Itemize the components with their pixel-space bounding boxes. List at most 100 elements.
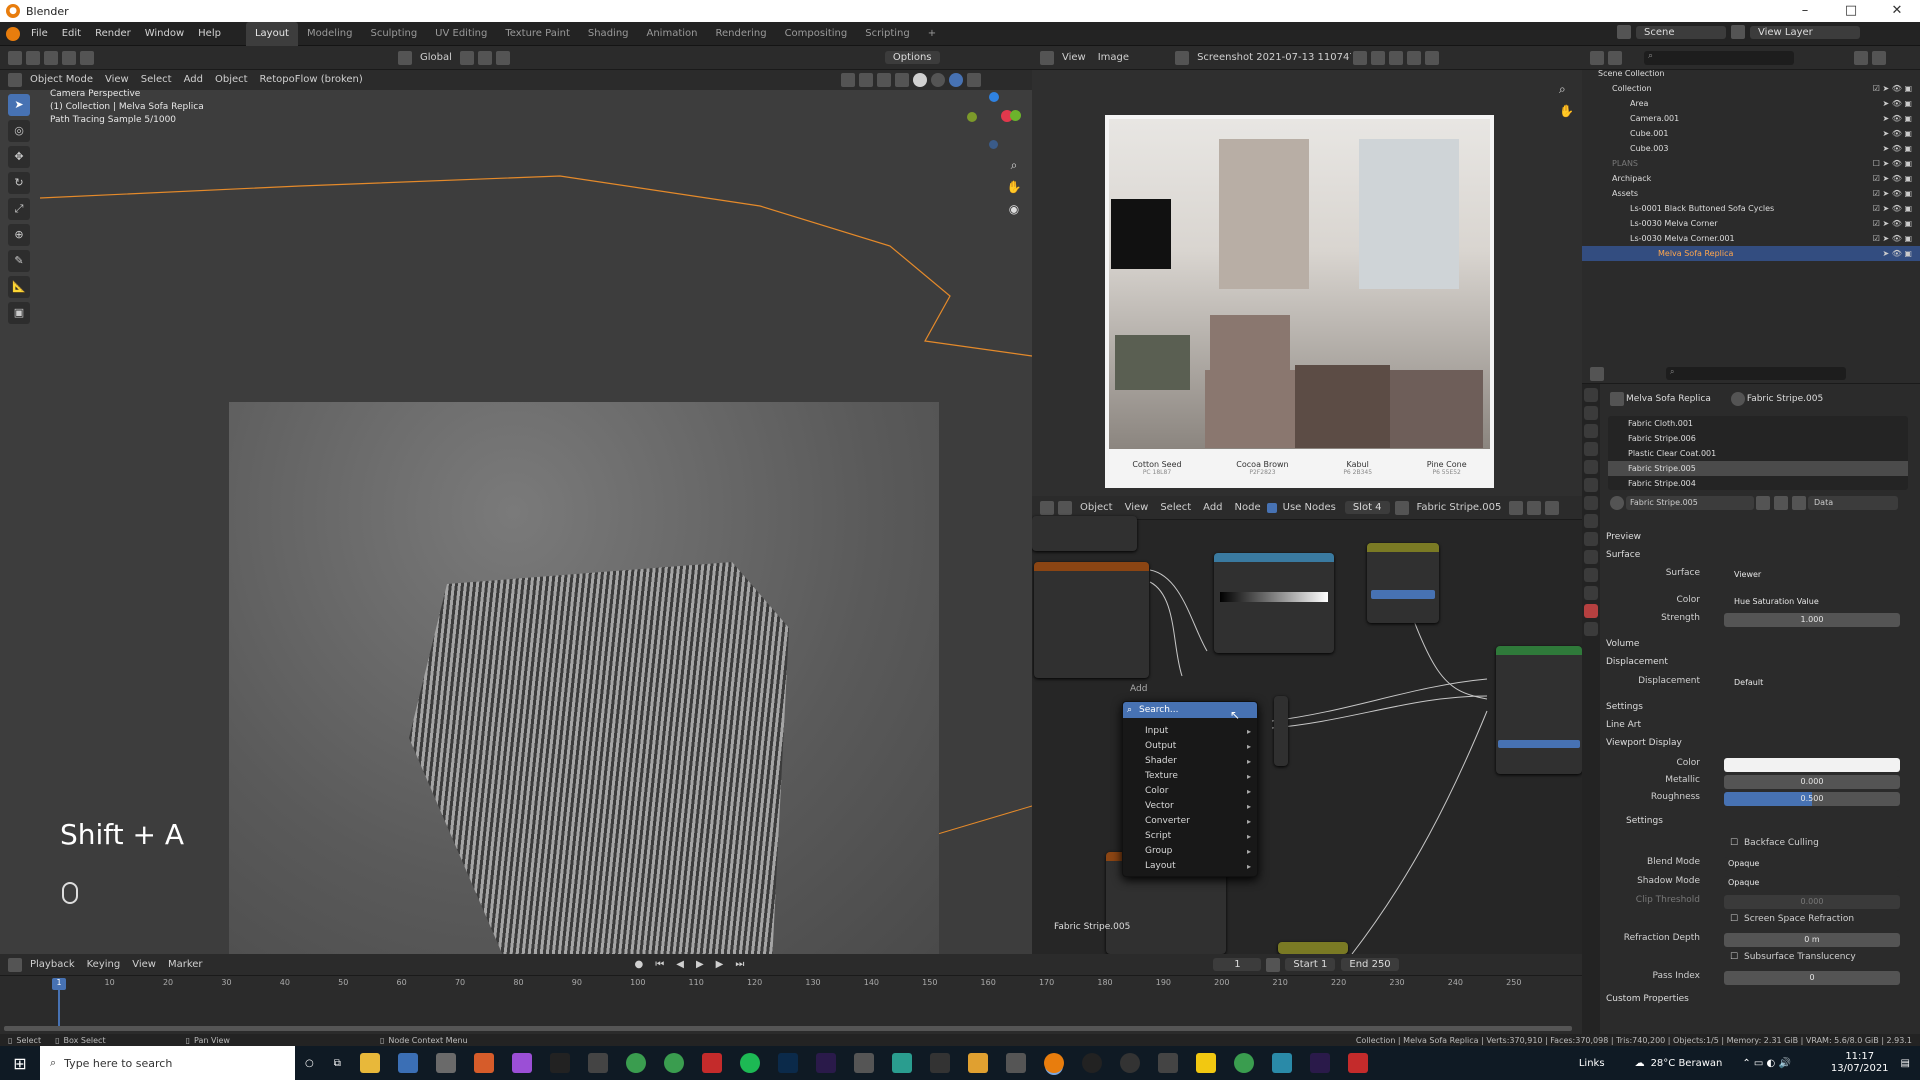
app-icon[interactable] [549,1053,570,1073]
tab-shading[interactable]: Shading [579,22,638,46]
app-icon[interactable] [701,1053,722,1073]
outliner-row[interactable]: Camera.001 ➤ 👁 ▣ [1582,111,1920,126]
app-icon[interactable] [587,1053,608,1073]
links-toolbar[interactable]: Links [1579,1058,1605,1069]
filter-icon[interactable] [1854,50,1868,65]
outliner-row[interactable]: Cube.001 ➤ 👁 ▣ [1582,126,1920,141]
tab-texture-paint[interactable]: Texture Paint [496,22,579,46]
row-visibility-icons[interactable]: ☑ ➤ 👁 ▣ [1873,171,1912,186]
app-icon[interactable] [891,1053,912,1073]
blender-taskbar-icon[interactable] [1043,1053,1064,1073]
scene-selector[interactable]: Scene [1636,25,1726,39]
material-tab-icon[interactable] [1584,604,1598,618]
material-slot-active[interactable]: Fabric Stripe.005 [1608,461,1908,476]
node-colorramp[interactable] [1214,553,1334,653]
section-settings[interactable]: Settings [1606,702,1643,712]
section-custom-properties[interactable]: Custom Properties [1606,994,1689,1004]
menu-help[interactable]: Help [191,22,228,46]
pan-hand-icon[interactable]: ✋ [1003,176,1025,198]
outliner-type-icon[interactable] [1590,50,1604,65]
particles-tab-icon[interactable] [1584,532,1598,546]
app-icon[interactable] [473,1053,494,1073]
row-visibility-icons[interactable]: ☑ ➤ 👁 ▣ [1873,186,1912,201]
outliner-row[interactable]: Collection ☑ ➤ 👁 ▣ [1582,81,1920,96]
properties-search-input[interactable]: ⌕ [1666,367,1846,380]
blender-menu-icon[interactable] [6,26,20,41]
app-icon[interactable] [1157,1053,1178,1073]
outliner-row[interactable]: Ls-0030 Melva Corner ☑ ➤ 👁 ▣ [1582,216,1920,231]
constraints-tab-icon[interactable] [1584,568,1598,582]
new-image-icon[interactable] [1371,50,1386,65]
app-icon[interactable] [1271,1053,1292,1073]
row-visibility-icons[interactable]: ☐ ➤ 👁 ▣ [1873,156,1912,171]
material-browse-icon[interactable] [1610,496,1624,510]
tab-compositing[interactable]: Compositing [776,22,857,46]
menu-group[interactable]: Group [1123,844,1257,859]
section-settings-sub[interactable]: Settings [1626,816,1663,826]
new-collection-icon[interactable] [1872,50,1886,65]
menu-edit[interactable]: Edit [55,22,88,46]
chrome-icon[interactable] [625,1053,646,1073]
modifier-tab-icon[interactable] [1584,514,1598,528]
section-viewport-display[interactable]: Viewport Display [1606,738,1682,748]
outlook-icon[interactable] [397,1053,418,1073]
task-view-icon[interactable]: ⧉ [334,1058,341,1069]
outliner[interactable]: ⌕ Scene Collection Collection ☑ ➤ 👁 ▣ Are… [1582,46,1920,364]
material-name-field[interactable]: Fabric Stripe.005 [1626,496,1754,510]
chrome-icon[interactable] [1233,1053,1254,1073]
group-field[interactable] [1498,740,1580,748]
outliner-row-selected[interactable]: Melva Sofa Replica ➤ 👁 ▣ [1582,246,1920,261]
taskbar-search[interactable]: ⌕ Type here to search [40,1046,295,1080]
close-button[interactable]: ✕ [1874,0,1920,22]
shader-node-editor[interactable]: Object View Select Add Node Use Nodes Sl… [1032,496,1582,954]
clip-threshold-field[interactable]: 0.000 [1724,895,1900,909]
windows-start-icon[interactable]: ⊞ [0,1054,40,1073]
menu-layout[interactable]: Layout [1123,859,1257,874]
prev-keyframe-icon[interactable]: ◀ [670,953,690,977]
outliner-row[interactable]: Archipack ☑ ➤ 👁 ▣ [1582,171,1920,186]
menu-input[interactable]: Input [1123,724,1257,739]
outliner-row[interactable]: Area ➤ 👁 ▣ [1582,96,1920,111]
outliner-row[interactable]: Assets ☑ ➤ 👁 ▣ [1582,186,1920,201]
timeline-scrollbar[interactable] [4,1026,1572,1031]
acrobat-icon[interactable] [1347,1053,1368,1073]
section-line-art[interactable]: Line Art [1606,720,1641,730]
jump-end-icon[interactable]: ⏭ [729,953,750,977]
material-remove-icon[interactable] [1792,496,1806,510]
app-icon[interactable] [853,1053,874,1073]
node-mix-multiply[interactable] [1367,543,1439,623]
menu-window[interactable]: Window [138,22,191,46]
output-tab-icon[interactable] [1584,424,1598,438]
z-axis-neg-icon[interactable] [989,140,998,149]
timeline-type-icon[interactable] [8,957,22,972]
pin-icon[interactable] [1425,50,1440,65]
premiere-icon[interactable] [1309,1053,1330,1073]
section-preview[interactable]: Preview [1606,532,1641,542]
shadow-mode-dropdown[interactable]: Opaque [1724,876,1900,890]
app-icon[interactable] [929,1053,950,1073]
section-surface[interactable]: Surface [1606,550,1640,560]
render-tab-icon[interactable] [1584,406,1598,420]
view-layer-tab-icon[interactable] [1584,442,1598,456]
backface-checkbox[interactable]: ☐ [1730,838,1738,848]
vd-color-swatch[interactable] [1724,758,1900,772]
menu-texture[interactable]: Texture [1123,769,1257,784]
tab-layout[interactable]: Layout [245,21,298,46]
outliner-row[interactable]: Ls-0030 Melva Corner.001 ☑ ➤ 👁 ▣ [1582,231,1920,246]
start-frame-field[interactable]: Start 1 [1285,958,1336,971]
world-tab-icon[interactable] [1584,478,1598,492]
outliner-row[interactable]: PLANS ☐ ➤ 👁 ▣ [1582,156,1920,171]
scene-tab-icon[interactable] [1584,460,1598,474]
y-axis-neg-icon[interactable] [967,112,977,122]
add-node-menu[interactable]: ⌕ Search... Input Output Shader Texture … [1122,701,1258,877]
row-visibility-icons[interactable]: ☑ ➤ 👁 ▣ [1873,216,1912,231]
mix-factor-field[interactable] [1371,590,1435,599]
minimize-button[interactable]: – [1782,0,1828,22]
record-icon[interactable]: ● [629,953,650,977]
image-view-menu[interactable]: View [1056,46,1092,70]
notification-icon[interactable]: ▤ [1901,1058,1910,1069]
properties-type-icon[interactable] [1590,366,1604,381]
link-dropdown[interactable]: Data [1808,496,1898,510]
pass-index-field[interactable]: 0 [1724,971,1900,985]
section-displacement[interactable]: Displacement [1606,657,1668,667]
